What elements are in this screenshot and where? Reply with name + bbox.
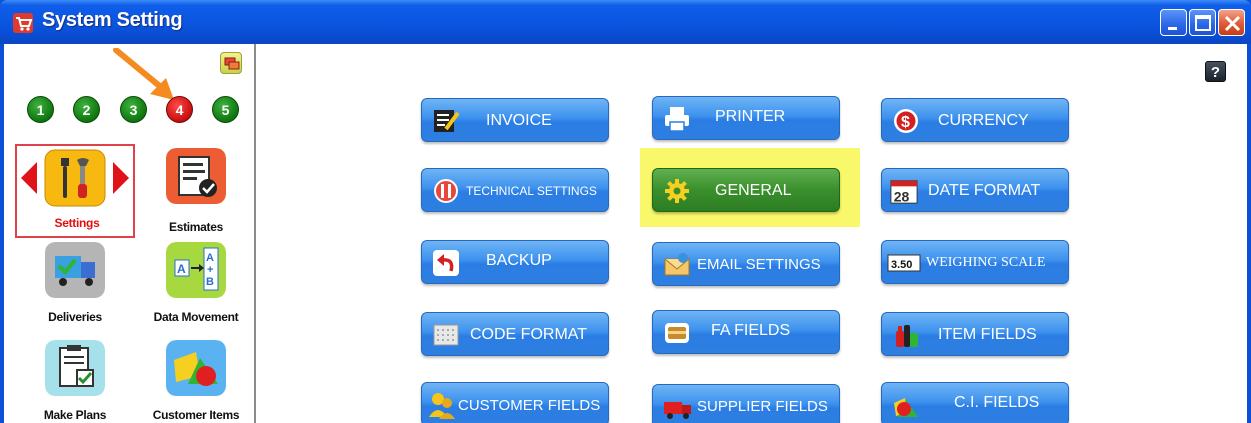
printer-icon: [665, 107, 689, 132]
invoice-edit-icon: [434, 110, 460, 132]
minimize-button[interactable]: [1160, 9, 1187, 36]
maximize-icon: [1195, 15, 1211, 31]
client-area: 1 2 3 4 5 Settings Estimates Deliveries …: [4, 44, 1247, 423]
customer-fields-button[interactable]: CUSTOMER FIELDS: [421, 382, 609, 423]
minimize-icon: [1168, 27, 1177, 30]
svg-text:A: A: [177, 262, 186, 276]
invoice-button[interactable]: INVOICE: [421, 98, 609, 142]
page-3-button[interactable]: 3: [120, 96, 147, 123]
close-button[interactable]: [1218, 9, 1245, 36]
delivery-truck-icon: [45, 242, 105, 298]
toggle-panel-button[interactable]: [220, 52, 242, 74]
fa-fields-button[interactable]: FA FIELDS: [652, 310, 840, 354]
wrench-screwdriver-icon: [21, 149, 129, 207]
module-customer-items[interactable]: Customer Items: [136, 340, 256, 423]
shapes-icon: [166, 340, 226, 396]
customers-icon: [429, 393, 455, 419]
page-2-button[interactable]: 2: [73, 96, 100, 123]
technical-settings-button[interactable]: TECHNICAL SETTINGS: [421, 168, 609, 212]
code-format-button[interactable]: CODE FORMAT: [421, 312, 609, 356]
module-estimates[interactable]: Estimates: [136, 146, 256, 236]
supplier-truck-icon: [664, 402, 691, 419]
title-bar[interactable]: System Setting: [0, 0, 1251, 44]
help-button[interactable]: ?: [1205, 61, 1226, 82]
dollar-icon: $: [894, 109, 918, 133]
ci-fields-button[interactable]: C.I. FIELDS: [881, 382, 1069, 423]
app-window: System Setting 1 2 3 4 5 Settings Estima…: [0, 0, 1251, 423]
module-make-plans[interactable]: Make Plans: [15, 340, 135, 423]
module-deliveries[interactable]: Deliveries: [15, 242, 135, 328]
gear-icon: [665, 179, 689, 203]
shapes-icon: [894, 398, 918, 417]
currency-button[interactable]: $ CURRENCY: [881, 98, 1069, 142]
email-settings-button[interactable]: EMAIL SETTINGS: [652, 242, 840, 286]
module-label: Customer Items: [152, 408, 240, 422]
maximize-button[interactable]: [1189, 9, 1216, 36]
page-4-button[interactable]: 4: [166, 96, 193, 123]
module-sidebar: 1 2 3 4 5 Settings Estimates Deliveries …: [4, 44, 256, 423]
window-title: System Setting: [42, 9, 183, 31]
calendar-icon: 28: [890, 180, 918, 204]
item-fields-button[interactable]: ITEM FIELDS: [881, 312, 1069, 356]
document-check-icon: [166, 148, 226, 204]
module-settings[interactable]: Settings: [15, 144, 135, 238]
page-5-button[interactable]: 5: [212, 96, 239, 123]
bottles-icon: [896, 325, 918, 347]
scale-readout-icon: 3.50: [887, 254, 921, 272]
code-grid-icon: [433, 324, 459, 346]
cart-icon: [13, 13, 33, 33]
tools-icon: [434, 179, 458, 203]
data-movement-icon: A A + B: [166, 242, 226, 298]
svg-text:+: +: [207, 264, 213, 276]
module-label: Estimates: [169, 220, 223, 234]
module-label: Data Movement: [153, 310, 239, 324]
clipboard-check-icon: [45, 340, 105, 396]
svg-text:A: A: [206, 252, 214, 264]
fa-fields-icon: [665, 323, 689, 343]
svg-text:28: 28: [894, 188, 910, 204]
module-label: Make Plans: [43, 408, 107, 422]
module-label: Deliveries: [48, 310, 102, 324]
weighing-scale-button[interactable]: 3.50 WEIGHING SCALE: [881, 240, 1069, 284]
svg-text:B: B: [206, 276, 214, 288]
module-label: Settings: [54, 216, 100, 230]
windows-icon: [224, 57, 240, 70]
general-button[interactable]: GENERAL: [652, 168, 840, 212]
svg-text:$: $: [901, 114, 910, 131]
close-icon: [1224, 15, 1241, 32]
date-format-button[interactable]: 28 DATE FORMAT: [881, 168, 1069, 212]
supplier-fields-button[interactable]: SUPPLIER FIELDS: [652, 384, 840, 423]
printer-button[interactable]: PRINTER: [652, 96, 840, 140]
undo-arrow-icon: [433, 250, 459, 276]
module-data-movement[interactable]: A A + B Data Movement: [136, 242, 256, 328]
email-icon: [664, 253, 690, 276]
backup-button[interactable]: BACKUP: [421, 240, 609, 284]
svg-text:3.50: 3.50: [891, 259, 912, 271]
page-1-button[interactable]: 1: [27, 96, 54, 123]
module-pager: 1 2 3 4 5: [4, 96, 256, 126]
